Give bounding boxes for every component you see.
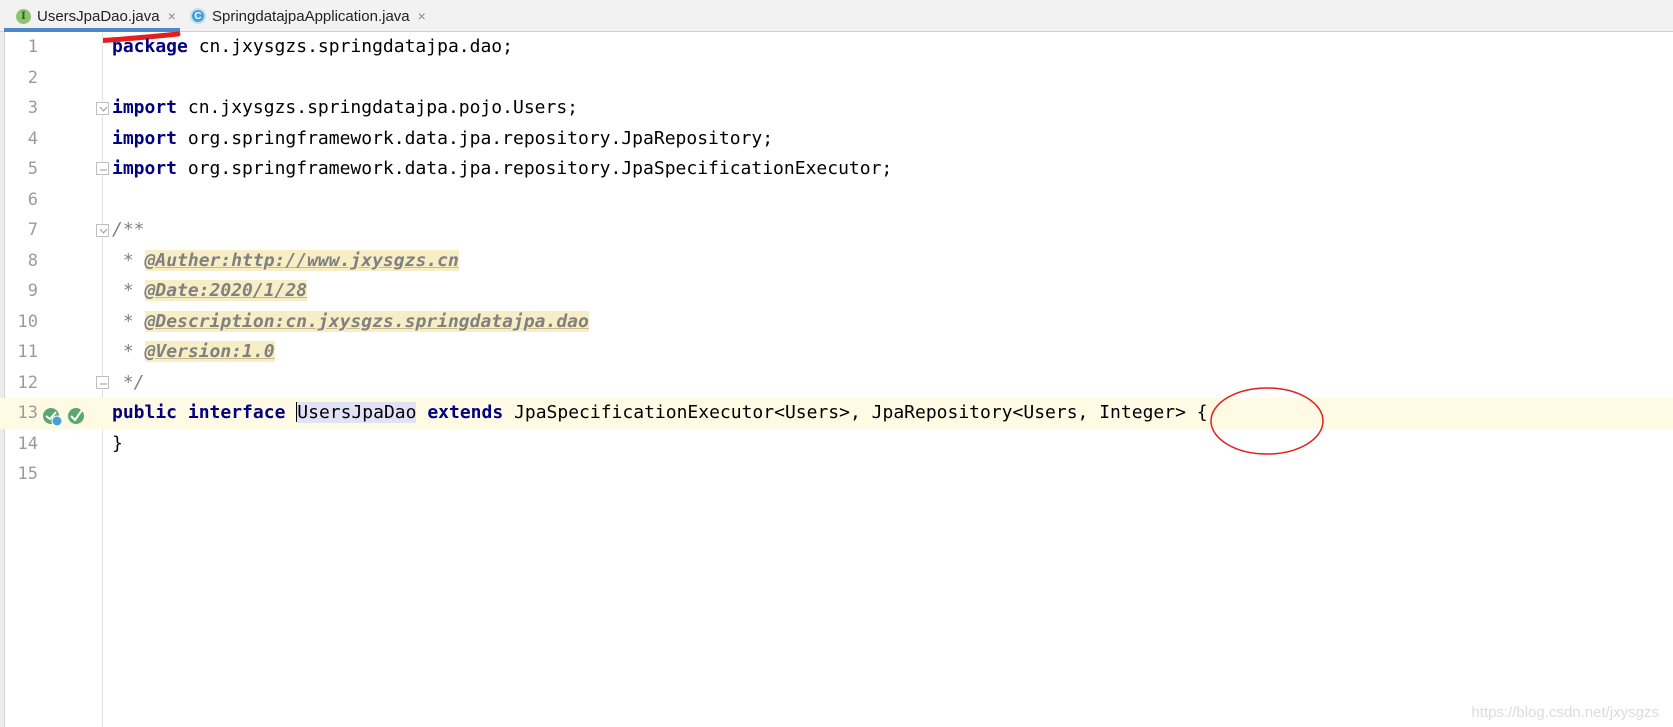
code-line: 11 * @Version:1.0 bbox=[0, 337, 1673, 368]
code-line: 9 * @Date:2020/1/28 bbox=[0, 276, 1673, 307]
editor-tab-bar: I UsersJpaDao.java × C SpringdatajpaAppl… bbox=[0, 0, 1673, 32]
line-number: 3 bbox=[27, 98, 38, 118]
line-number: 1 bbox=[27, 37, 38, 57]
code-line: 6 bbox=[0, 185, 1673, 216]
comment: /** bbox=[112, 219, 145, 240]
comment: * bbox=[112, 341, 145, 362]
code-text: } bbox=[112, 432, 123, 454]
keyword: package bbox=[112, 36, 188, 57]
line-number: 11 bbox=[17, 342, 38, 362]
comment: * bbox=[112, 310, 145, 332]
code-editor[interactable]: 1 package cn.jxysgzs.springdatajpa.dao; … bbox=[0, 32, 1673, 727]
fold-icon[interactable] bbox=[96, 162, 109, 175]
keyword: import bbox=[112, 97, 178, 118]
line-number: 10 bbox=[17, 311, 38, 332]
code-text: org.springframework.data.jpa.repository.… bbox=[177, 158, 893, 179]
fold-icon[interactable] bbox=[96, 375, 109, 389]
javadoc-tag: @Auther:http://www.jxysgzs.cn bbox=[144, 249, 459, 271]
keyword: import bbox=[112, 127, 178, 149]
line-number: 4 bbox=[27, 128, 38, 149]
code-line: 4 import org.springframework.data.jpa.re… bbox=[0, 124, 1673, 155]
fold-icon[interactable] bbox=[96, 224, 109, 237]
code-line: 8 * @Auther:http://www.jxysgzs.cn bbox=[0, 246, 1673, 277]
comment: * bbox=[112, 280, 145, 301]
selected-identifier[interactable]: UsersJpaDao bbox=[297, 402, 417, 423]
line-number: 13 bbox=[17, 403, 38, 423]
keyword: public bbox=[112, 402, 178, 423]
tab-springdatajpaapplication[interactable]: C SpringdatajpaApplication.java × bbox=[190, 0, 426, 32]
javadoc-tag: @Date:2020/1/28 bbox=[144, 280, 308, 301]
line-number: 7 bbox=[27, 220, 38, 240]
code-line-current: 13 public interface UsersJpaDao extends … bbox=[0, 398, 1673, 429]
implemented-gutter-icons[interactable] bbox=[42, 406, 92, 426]
close-icon[interactable]: × bbox=[418, 8, 426, 24]
javadoc-tag: @Version:1.0 bbox=[144, 341, 275, 362]
code-line: 15 bbox=[0, 459, 1673, 490]
keyword: import bbox=[112, 158, 178, 179]
code-text: JpaSpecificationExecutor<Users>, JpaRepo… bbox=[503, 402, 1208, 423]
code-text: cn.jxysgzs.springdatajpa.dao; bbox=[187, 36, 513, 57]
watermark: https://blog.csdn.net/jxysgzs bbox=[1471, 704, 1659, 721]
code-text: org.springframework.data.jpa.repository.… bbox=[177, 127, 774, 149]
keyword: extends bbox=[427, 402, 504, 423]
line-number: 15 bbox=[17, 464, 38, 484]
code-line: 5 import org.springframework.data.jpa.re… bbox=[0, 154, 1673, 185]
code-line: 7 /** bbox=[0, 215, 1673, 246]
line-number: 2 bbox=[27, 67, 38, 88]
line-number: 5 bbox=[27, 159, 38, 179]
code-line: 2 bbox=[0, 63, 1673, 94]
line-number: 8 bbox=[27, 250, 38, 271]
code-line: 14 } bbox=[0, 429, 1673, 460]
red-circle-annotation bbox=[1210, 387, 1324, 455]
javadoc-tag: @Description:cn.jxysgzs.springdatajpa.da… bbox=[144, 310, 589, 332]
line-number: 14 bbox=[17, 433, 38, 454]
tab-label: SpringdatajpaApplication.java bbox=[212, 7, 410, 25]
comment: */ bbox=[112, 371, 145, 393]
code-line: 3 import cn.jxysgzs.springdatajpa.pojo.U… bbox=[0, 93, 1673, 124]
line-number: 12 bbox=[17, 372, 38, 393]
code-line: 1 package cn.jxysgzs.springdatajpa.dao; bbox=[0, 32, 1673, 63]
comment: * bbox=[112, 249, 145, 271]
code-text: cn.jxysgzs.springdatajpa.pojo.Users; bbox=[177, 97, 578, 118]
line-number: 9 bbox=[27, 281, 38, 301]
line-number: 6 bbox=[27, 189, 38, 210]
code-line: 10 * @Description:cn.jxysgzs.springdataj… bbox=[0, 307, 1673, 338]
code-line: 12 */ bbox=[0, 368, 1673, 399]
fold-icon[interactable] bbox=[96, 102, 109, 115]
keyword: interface bbox=[187, 402, 286, 423]
